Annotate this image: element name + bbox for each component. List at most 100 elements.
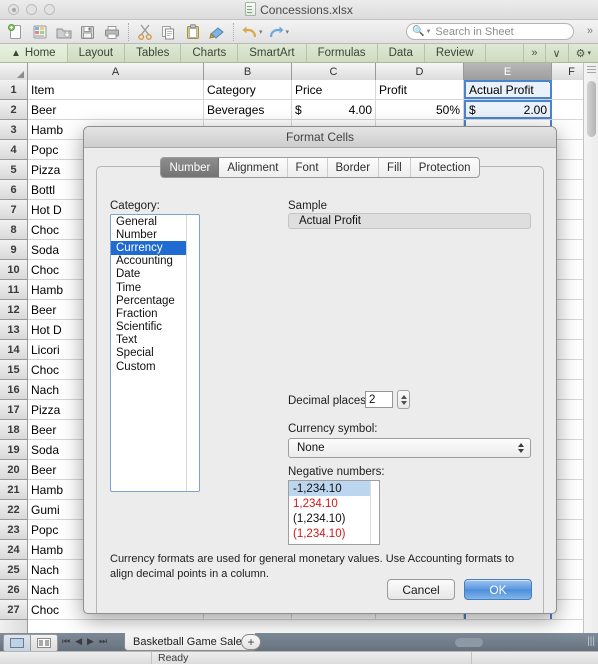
category-item-number[interactable]: Number — [111, 228, 186, 241]
redo-icon[interactable] — [265, 22, 288, 42]
cell-A2[interactable]: Beer — [28, 100, 204, 119]
row-header-2[interactable]: 2 — [0, 100, 27, 120]
column-header-c[interactable]: C — [292, 63, 376, 80]
select-all-corner[interactable] — [0, 63, 28, 80]
category-listbox[interactable]: General Number Currency Accounting Date Time P… — [110, 214, 200, 492]
category-item-percentage[interactable]: Percentage — [111, 294, 186, 307]
row-header-1[interactable]: 1 — [0, 80, 27, 100]
row-header-18[interactable]: 18 — [0, 420, 27, 440]
row-header-12[interactable]: 12 — [0, 300, 27, 320]
selection-handle[interactable] — [548, 82, 550, 84]
negative-number-option-2[interactable]: (1,234.10) — [289, 511, 370, 526]
open-icon[interactable] — [52, 22, 75, 42]
category-item-date[interactable]: Date — [111, 268, 186, 281]
row-header-8[interactable]: 8 — [0, 220, 27, 240]
row-header-13[interactable]: 13 — [0, 320, 27, 340]
ribbon-tab-tables[interactable]: Tables — [125, 44, 182, 62]
nav-prev-sheet-icon[interactable]: ◀ — [75, 636, 82, 647]
cell-D2[interactable]: 50% — [376, 100, 464, 119]
row-header-27[interactable]: 27 — [0, 600, 27, 620]
new-document-icon[interactable] — [4, 22, 27, 42]
new-from-template-icon[interactable] — [28, 22, 51, 42]
undo-dropdown-caret[interactable]: ▾ — [259, 28, 263, 36]
dialog-tab-border[interactable]: Border — [328, 158, 380, 177]
format-painter-icon[interactable] — [205, 22, 228, 42]
row-header-3[interactable]: 3 — [0, 120, 27, 140]
category-item-currency[interactable]: Currency — [111, 241, 186, 255]
ribbon-tab-data[interactable]: Data — [378, 44, 425, 62]
row-header-11[interactable]: 11 — [0, 280, 27, 300]
ribbon-tab-layout[interactable]: Layout — [68, 44, 126, 62]
row-header-16[interactable]: 16 — [0, 380, 27, 400]
decimal-places-stepper[interactable] — [397, 390, 410, 409]
cell-B2[interactable]: Beverages — [204, 100, 292, 119]
toolbar-overflow-icon[interactable]: » — [587, 25, 593, 37]
ribbon-tab-charts[interactable]: Charts — [181, 44, 239, 62]
copy-icon[interactable] — [157, 22, 180, 42]
stepper-down-icon[interactable] — [400, 400, 407, 405]
row-header-14[interactable]: 14 — [0, 340, 27, 360]
search-input[interactable]: 🔍 ▼ Search in Sheet — [406, 23, 574, 40]
nav-first-sheet-icon[interactable]: ⏮ — [62, 636, 70, 647]
row-header-24[interactable]: 24 — [0, 540, 27, 560]
category-item-text[interactable]: Text — [111, 334, 186, 347]
row-header-25[interactable]: 25 — [0, 560, 27, 580]
dialog-tab-fill[interactable]: Fill — [379, 158, 411, 177]
row-header-5[interactable]: 5 — [0, 160, 27, 180]
normal-view-button[interactable] — [4, 635, 31, 651]
vertical-scrollbar-thumb[interactable] — [587, 81, 596, 137]
sheet-tab-basketball-game-sales[interactable]: Basketball Game Sales — [124, 633, 257, 651]
row-header-17[interactable]: 17 — [0, 400, 27, 420]
row-header-26[interactable]: 26 — [0, 580, 27, 600]
decimal-places-input[interactable]: 2 — [365, 391, 393, 408]
horizontal-scrollbar-thumb[interactable] — [455, 638, 483, 647]
cell-C2[interactable]: $4.00 — [292, 100, 376, 119]
cell-E2[interactable]: $2.00 — [464, 100, 552, 119]
column-header-e[interactable]: E — [464, 63, 552, 80]
negative-number-option-3[interactable]: (1,234.10) — [289, 526, 370, 541]
page-layout-view-button[interactable] — [31, 635, 57, 651]
ribbon-overflow-icon[interactable]: » — [523, 44, 544, 62]
category-list-scrollbar[interactable] — [186, 215, 199, 491]
row-header-15[interactable]: 15 — [0, 360, 27, 380]
dialog-tab-number[interactable]: Number — [161, 158, 220, 177]
search-scope-caret[interactable]: ▼ — [425, 29, 431, 35]
category-item-general[interactable]: General — [111, 215, 186, 228]
column-header-d[interactable]: D — [376, 63, 464, 80]
undo-icon[interactable] — [238, 22, 261, 42]
paste-icon[interactable] — [181, 22, 204, 42]
ribbon-collapse-icon[interactable]: ∨ — [544, 44, 568, 62]
category-item-custom[interactable]: Custom — [111, 360, 186, 373]
column-header-a[interactable]: A — [28, 63, 204, 80]
cut-icon[interactable] — [133, 22, 156, 42]
row-header-6[interactable]: 6 — [0, 180, 27, 200]
category-item-accounting[interactable]: Accounting — [111, 255, 186, 268]
nav-last-sheet-icon[interactable]: ⏭ — [99, 636, 107, 647]
negative-number-option-1[interactable]: 1,234.10 — [289, 496, 370, 511]
print-icon[interactable] — [100, 22, 123, 42]
nav-next-sheet-icon[interactable]: ▶ — [87, 636, 94, 647]
dialog-tab-alignment[interactable]: Alignment — [219, 158, 288, 177]
row-header-4[interactable]: 4 — [0, 140, 27, 160]
row-header-19[interactable]: 19 — [0, 440, 27, 460]
row-header-23[interactable]: 23 — [0, 520, 27, 540]
ribbon-tab-smartart[interactable]: SmartArt — [238, 44, 307, 62]
ribbon-settings-gear-icon[interactable]: ⚙ ▾ — [567, 44, 598, 62]
ribbon-tab-review[interactable]: Review — [425, 44, 486, 62]
category-item-fraction[interactable]: Fraction — [111, 307, 186, 320]
negative-numbers-listbox[interactable]: -1,234.10 1,234.10 (1,234.10) (1,234.10) — [288, 480, 380, 545]
row-header-9[interactable]: 9 — [0, 240, 27, 260]
stepper-up-icon[interactable] — [400, 394, 407, 399]
dialog-tab-font[interactable]: Font — [288, 158, 328, 177]
vertical-scrollbar[interactable] — [583, 63, 598, 633]
row-header-22[interactable]: 22 — [0, 500, 27, 520]
cancel-button[interactable]: Cancel — [387, 579, 455, 600]
column-header-b[interactable]: B — [204, 63, 292, 80]
cell-A1[interactable]: Item — [28, 80, 204, 99]
category-item-time[interactable]: Time — [111, 281, 186, 294]
redo-dropdown-caret[interactable]: ▾ — [286, 28, 290, 36]
category-item-scientific[interactable]: Scientific — [111, 321, 186, 334]
save-icon[interactable] — [76, 22, 99, 42]
ribbon-tab-formulas[interactable]: Formulas — [307, 44, 378, 62]
cell-B1[interactable]: Category — [204, 80, 292, 99]
